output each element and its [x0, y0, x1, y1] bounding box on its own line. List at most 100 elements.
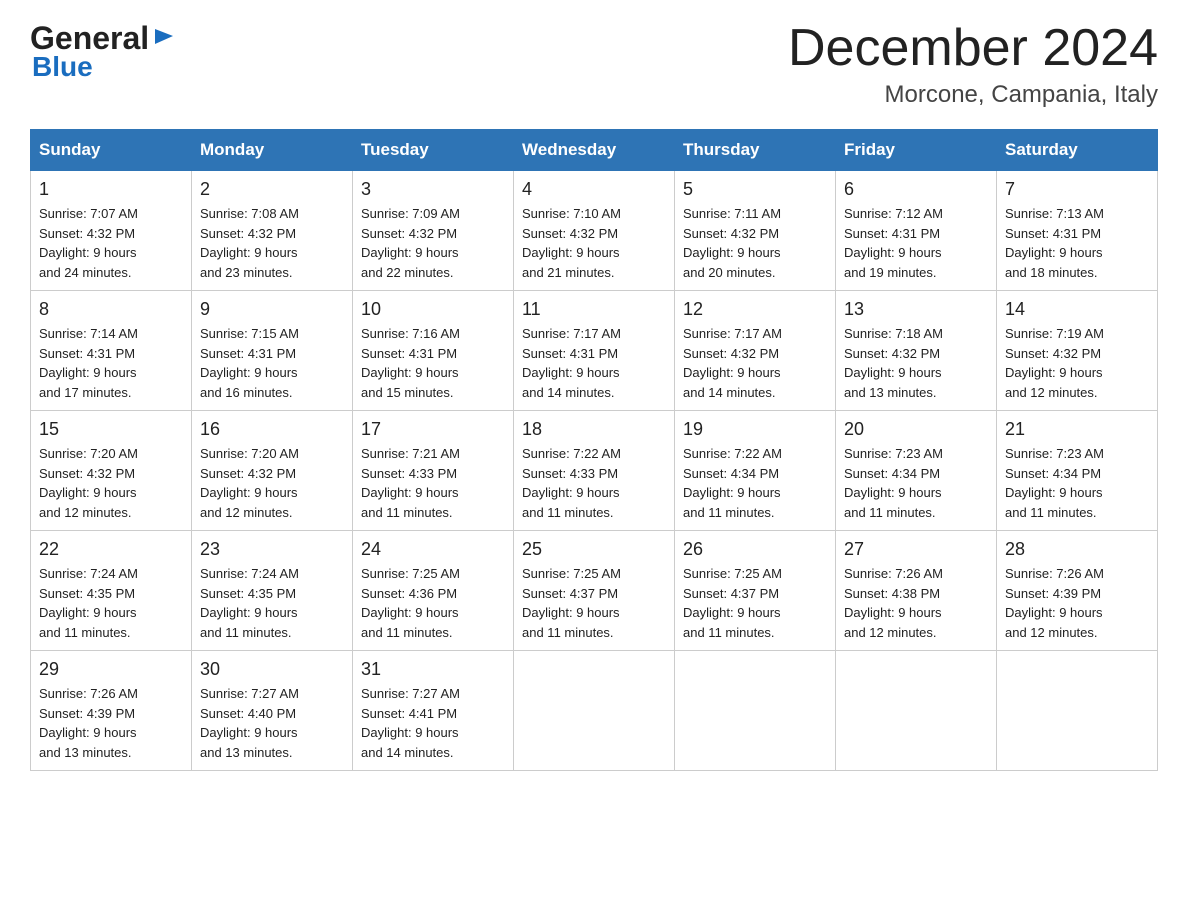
calendar-cell: 14 Sunrise: 7:19 AMSunset: 4:32 PMDaylig…	[997, 291, 1158, 411]
day-info: Sunrise: 7:17 AMSunset: 4:32 PMDaylight:…	[683, 324, 827, 402]
day-number: 20	[844, 419, 988, 440]
day-number: 1	[39, 179, 183, 200]
day-info: Sunrise: 7:19 AMSunset: 4:32 PMDaylight:…	[1005, 324, 1149, 402]
calendar-col-header-tuesday: Tuesday	[353, 130, 514, 171]
day-number: 18	[522, 419, 666, 440]
calendar-week-row-1: 1 Sunrise: 7:07 AMSunset: 4:32 PMDayligh…	[31, 171, 1158, 291]
day-number: 30	[200, 659, 344, 680]
calendar-cell: 31 Sunrise: 7:27 AMSunset: 4:41 PMDaylig…	[353, 651, 514, 771]
day-info: Sunrise: 7:12 AMSunset: 4:31 PMDaylight:…	[844, 204, 988, 282]
day-number: 28	[1005, 539, 1149, 560]
day-info: Sunrise: 7:14 AMSunset: 4:31 PMDaylight:…	[39, 324, 183, 402]
calendar-cell: 13 Sunrise: 7:18 AMSunset: 4:32 PMDaylig…	[836, 291, 997, 411]
day-number: 16	[200, 419, 344, 440]
day-number: 26	[683, 539, 827, 560]
day-number: 2	[200, 179, 344, 200]
day-info: Sunrise: 7:24 AMSunset: 4:35 PMDaylight:…	[39, 564, 183, 642]
day-info: Sunrise: 7:10 AMSunset: 4:32 PMDaylight:…	[522, 204, 666, 282]
calendar-cell: 21 Sunrise: 7:23 AMSunset: 4:34 PMDaylig…	[997, 411, 1158, 531]
day-number: 4	[522, 179, 666, 200]
calendar-cell: 20 Sunrise: 7:23 AMSunset: 4:34 PMDaylig…	[836, 411, 997, 531]
calendar-cell: 26 Sunrise: 7:25 AMSunset: 4:37 PMDaylig…	[675, 531, 836, 651]
day-info: Sunrise: 7:23 AMSunset: 4:34 PMDaylight:…	[1005, 444, 1149, 522]
calendar-cell	[514, 651, 675, 771]
day-info: Sunrise: 7:25 AMSunset: 4:37 PMDaylight:…	[683, 564, 827, 642]
day-number: 5	[683, 179, 827, 200]
day-info: Sunrise: 7:16 AMSunset: 4:31 PMDaylight:…	[361, 324, 505, 402]
day-info: Sunrise: 7:07 AMSunset: 4:32 PMDaylight:…	[39, 204, 183, 282]
day-number: 7	[1005, 179, 1149, 200]
calendar-cell: 28 Sunrise: 7:26 AMSunset: 4:39 PMDaylig…	[997, 531, 1158, 651]
day-info: Sunrise: 7:15 AMSunset: 4:31 PMDaylight:…	[200, 324, 344, 402]
calendar-cell: 15 Sunrise: 7:20 AMSunset: 4:32 PMDaylig…	[31, 411, 192, 531]
calendar-cell: 5 Sunrise: 7:11 AMSunset: 4:32 PMDayligh…	[675, 171, 836, 291]
calendar-cell	[997, 651, 1158, 771]
calendar-cell: 2 Sunrise: 7:08 AMSunset: 4:32 PMDayligh…	[192, 171, 353, 291]
calendar-cell: 22 Sunrise: 7:24 AMSunset: 4:35 PMDaylig…	[31, 531, 192, 651]
day-number: 11	[522, 299, 666, 320]
day-number: 14	[1005, 299, 1149, 320]
calendar-cell: 24 Sunrise: 7:25 AMSunset: 4:36 PMDaylig…	[353, 531, 514, 651]
calendar-cell: 12 Sunrise: 7:17 AMSunset: 4:32 PMDaylig…	[675, 291, 836, 411]
day-info: Sunrise: 7:26 AMSunset: 4:38 PMDaylight:…	[844, 564, 988, 642]
calendar-col-header-sunday: Sunday	[31, 130, 192, 171]
calendar-cell	[836, 651, 997, 771]
calendar-week-row-2: 8 Sunrise: 7:14 AMSunset: 4:31 PMDayligh…	[31, 291, 1158, 411]
calendar-table: SundayMondayTuesdayWednesdayThursdayFrid…	[30, 129, 1158, 771]
day-info: Sunrise: 7:22 AMSunset: 4:33 PMDaylight:…	[522, 444, 666, 522]
calendar-header-row: SundayMondayTuesdayWednesdayThursdayFrid…	[31, 130, 1158, 171]
calendar-cell: 25 Sunrise: 7:25 AMSunset: 4:37 PMDaylig…	[514, 531, 675, 651]
day-info: Sunrise: 7:23 AMSunset: 4:34 PMDaylight:…	[844, 444, 988, 522]
day-info: Sunrise: 7:13 AMSunset: 4:31 PMDaylight:…	[1005, 204, 1149, 282]
day-number: 24	[361, 539, 505, 560]
day-number: 10	[361, 299, 505, 320]
logo-triangle-icon	[153, 25, 175, 52]
month-title: December 2024	[788, 20, 1158, 77]
calendar-cell: 16 Sunrise: 7:20 AMSunset: 4:32 PMDaylig…	[192, 411, 353, 531]
day-info: Sunrise: 7:08 AMSunset: 4:32 PMDaylight:…	[200, 204, 344, 282]
calendar-col-header-saturday: Saturday	[997, 130, 1158, 171]
calendar-cell	[675, 651, 836, 771]
calendar-cell: 4 Sunrise: 7:10 AMSunset: 4:32 PMDayligh…	[514, 171, 675, 291]
day-number: 8	[39, 299, 183, 320]
calendar-cell: 9 Sunrise: 7:15 AMSunset: 4:31 PMDayligh…	[192, 291, 353, 411]
day-info: Sunrise: 7:25 AMSunset: 4:37 PMDaylight:…	[522, 564, 666, 642]
day-info: Sunrise: 7:22 AMSunset: 4:34 PMDaylight:…	[683, 444, 827, 522]
title-block: December 2024 Morcone, Campania, Italy	[788, 20, 1158, 109]
day-info: Sunrise: 7:25 AMSunset: 4:36 PMDaylight:…	[361, 564, 505, 642]
day-number: 13	[844, 299, 988, 320]
day-number: 25	[522, 539, 666, 560]
calendar-week-row-4: 22 Sunrise: 7:24 AMSunset: 4:35 PMDaylig…	[31, 531, 1158, 651]
day-number: 17	[361, 419, 505, 440]
day-number: 31	[361, 659, 505, 680]
day-info: Sunrise: 7:20 AMSunset: 4:32 PMDaylight:…	[200, 444, 344, 522]
calendar-col-header-friday: Friday	[836, 130, 997, 171]
day-info: Sunrise: 7:26 AMSunset: 4:39 PMDaylight:…	[39, 684, 183, 762]
calendar-cell: 29 Sunrise: 7:26 AMSunset: 4:39 PMDaylig…	[31, 651, 192, 771]
calendar-cell: 7 Sunrise: 7:13 AMSunset: 4:31 PMDayligh…	[997, 171, 1158, 291]
calendar-cell: 27 Sunrise: 7:26 AMSunset: 4:38 PMDaylig…	[836, 531, 997, 651]
day-info: Sunrise: 7:11 AMSunset: 4:32 PMDaylight:…	[683, 204, 827, 282]
page-header: General Blue December 2024 Morcone, Camp…	[30, 20, 1158, 109]
day-info: Sunrise: 7:20 AMSunset: 4:32 PMDaylight:…	[39, 444, 183, 522]
calendar-cell: 30 Sunrise: 7:27 AMSunset: 4:40 PMDaylig…	[192, 651, 353, 771]
day-info: Sunrise: 7:27 AMSunset: 4:40 PMDaylight:…	[200, 684, 344, 762]
day-number: 3	[361, 179, 505, 200]
logo: General Blue	[30, 20, 175, 83]
day-info: Sunrise: 7:26 AMSunset: 4:39 PMDaylight:…	[1005, 564, 1149, 642]
day-info: Sunrise: 7:18 AMSunset: 4:32 PMDaylight:…	[844, 324, 988, 402]
day-info: Sunrise: 7:27 AMSunset: 4:41 PMDaylight:…	[361, 684, 505, 762]
calendar-cell: 3 Sunrise: 7:09 AMSunset: 4:32 PMDayligh…	[353, 171, 514, 291]
day-info: Sunrise: 7:21 AMSunset: 4:33 PMDaylight:…	[361, 444, 505, 522]
calendar-col-header-wednesday: Wednesday	[514, 130, 675, 171]
day-number: 6	[844, 179, 988, 200]
day-info: Sunrise: 7:24 AMSunset: 4:35 PMDaylight:…	[200, 564, 344, 642]
day-number: 12	[683, 299, 827, 320]
day-number: 22	[39, 539, 183, 560]
logo-blue-text: Blue	[32, 51, 93, 83]
day-number: 29	[39, 659, 183, 680]
day-info: Sunrise: 7:17 AMSunset: 4:31 PMDaylight:…	[522, 324, 666, 402]
day-number: 9	[200, 299, 344, 320]
calendar-cell: 8 Sunrise: 7:14 AMSunset: 4:31 PMDayligh…	[31, 291, 192, 411]
day-number: 27	[844, 539, 988, 560]
